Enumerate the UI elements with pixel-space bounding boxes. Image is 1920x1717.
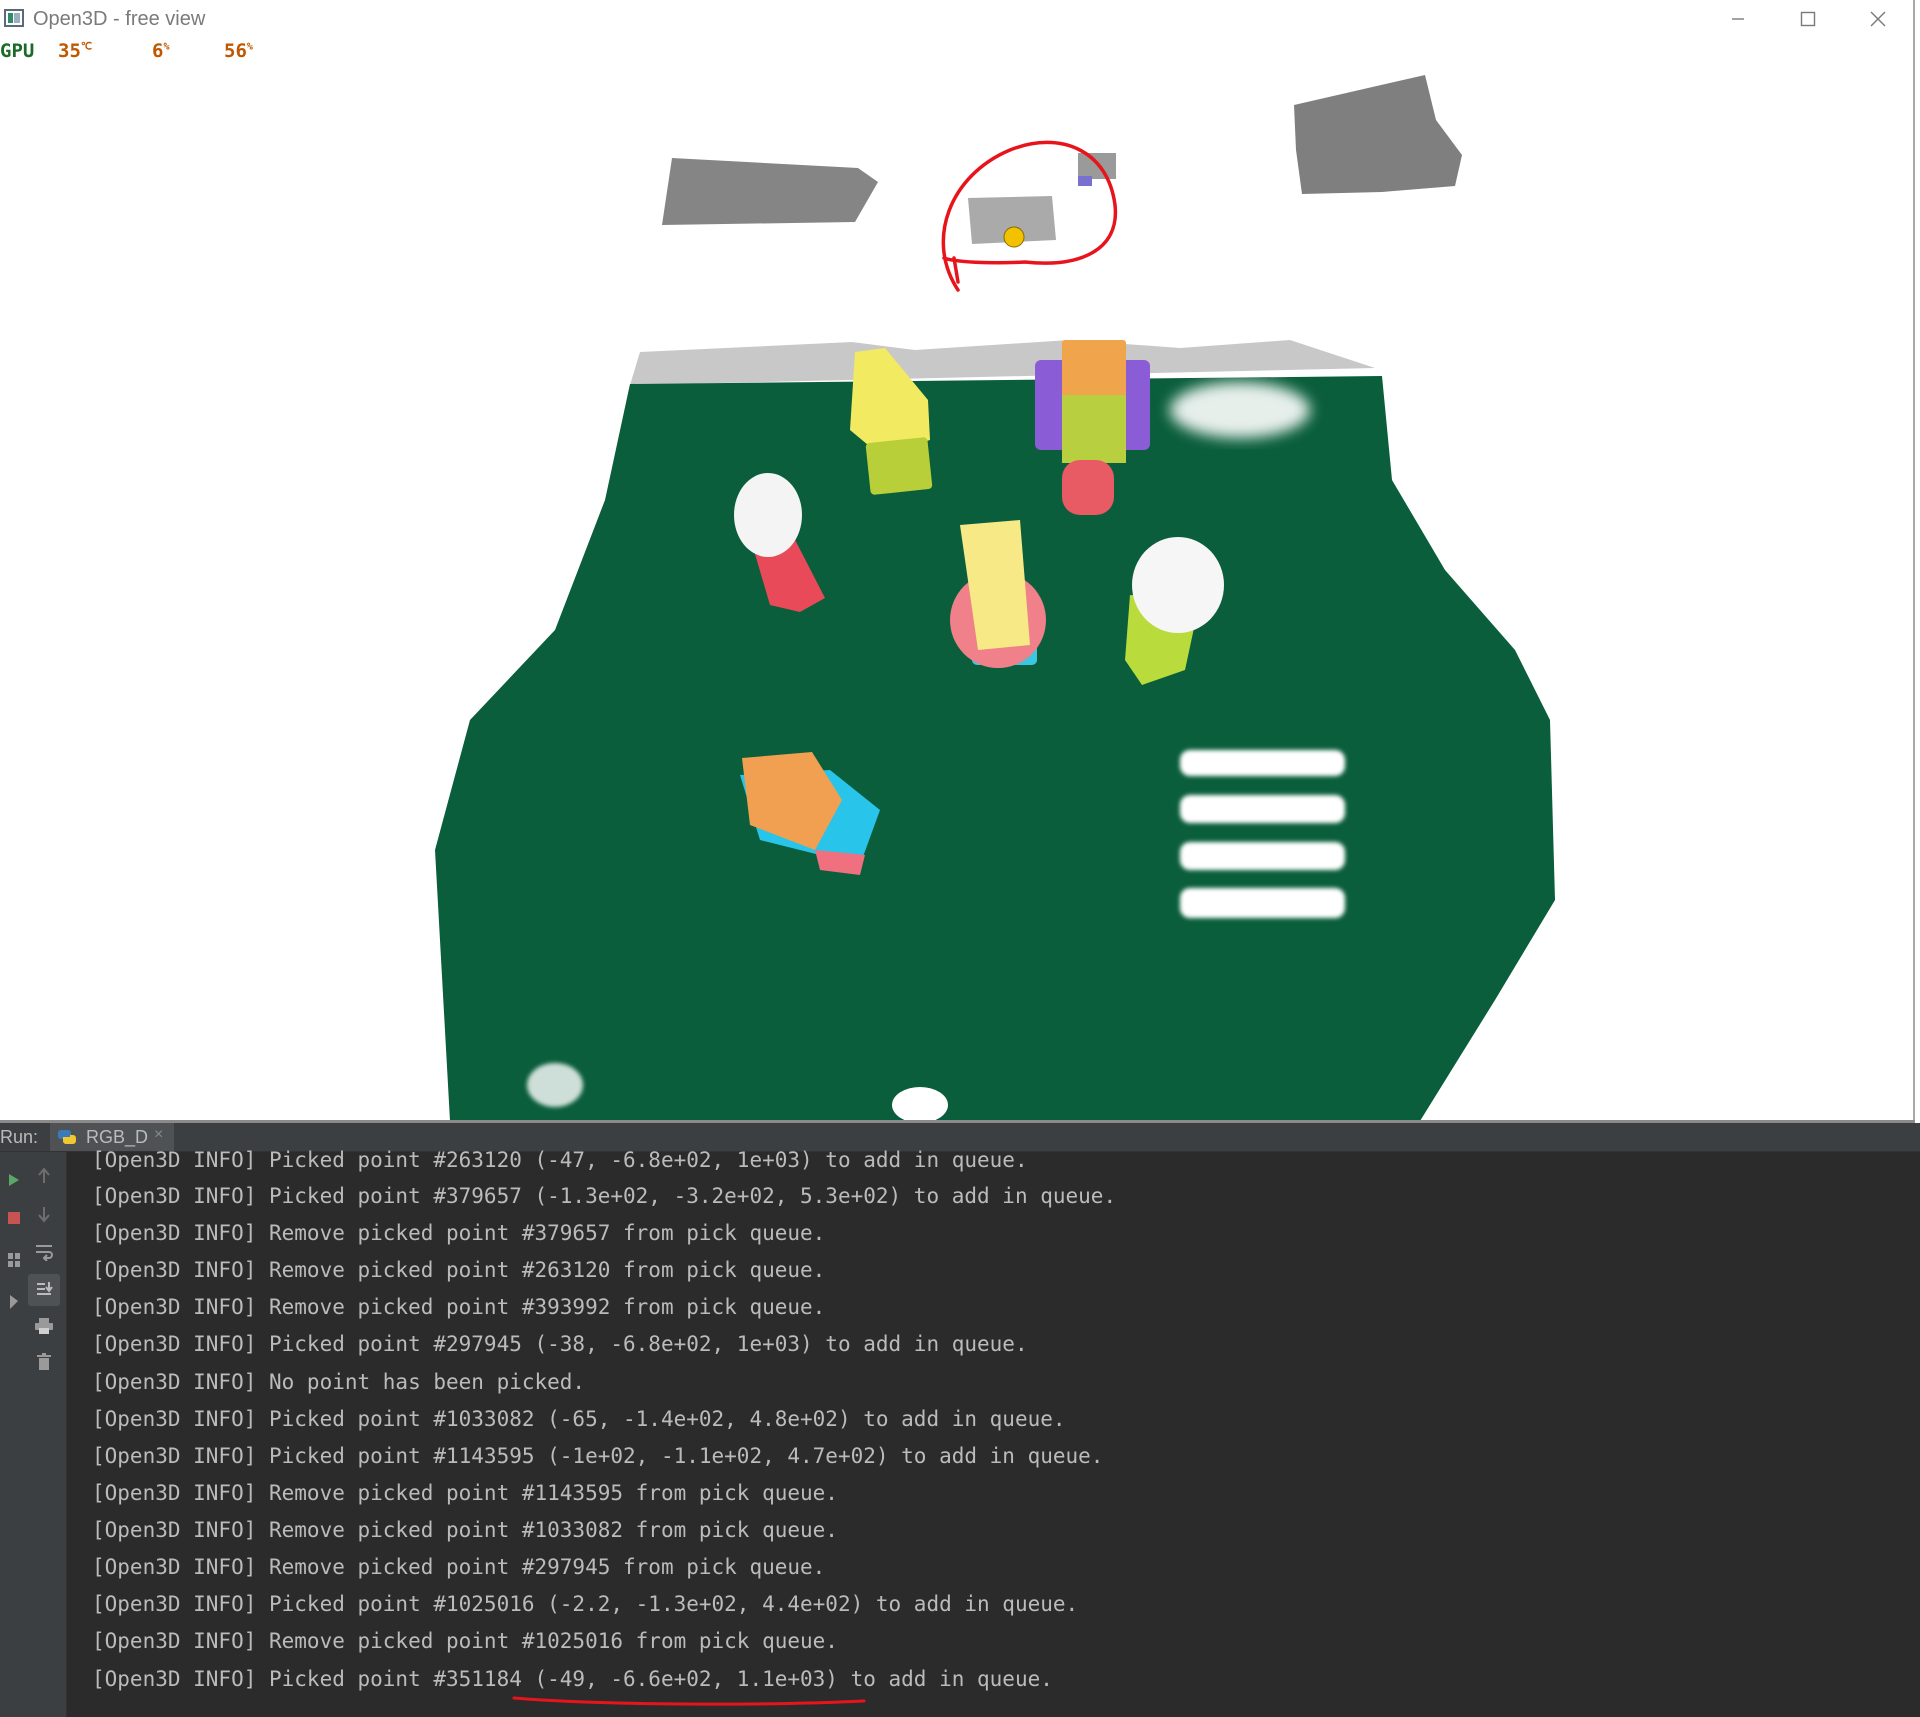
window-titlebar: Open3D - free view <box>0 0 1915 38</box>
glare-reflection <box>527 1063 583 1107</box>
orange-block-top <box>1062 340 1126 398</box>
glare-reflection <box>892 1087 948 1122</box>
white-cap <box>1132 537 1224 633</box>
wall-patch-center-purple <box>1078 176 1092 186</box>
minimize-icon <box>1732 18 1744 20</box>
wall-patch-center-gray <box>1078 153 1116 179</box>
window-title: Open3D - free view <box>33 8 206 30</box>
maximize-button[interactable] <box>1778 2 1838 36</box>
maximize-icon <box>1800 11 1816 27</box>
annotation-underline <box>512 1696 866 1706</box>
green-cube-block <box>865 437 933 495</box>
open3d-app-icon <box>4 9 24 27</box>
close-button[interactable] <box>1848 2 1908 36</box>
minimize-button[interactable] <box>1708 2 1768 36</box>
green-block <box>1062 395 1126 463</box>
white-cap <box>734 473 802 557</box>
glare-reflection-stripe <box>1180 842 1345 870</box>
red-cylinder <box>1062 460 1114 515</box>
glare-reflection-stripe <box>1180 795 1345 823</box>
point-cloud-viewport[interactable] <box>0 38 1915 1122</box>
table-surface <box>435 376 1555 1121</box>
annotation-underline-layer <box>512 1696 866 1706</box>
window-border <box>1913 0 1915 1124</box>
ide-run-panel: Run: RGB_D × [Open3D INFO] Picked point … <box>0 1123 1920 1717</box>
glare-reflection <box>1170 382 1310 438</box>
picked-point-marker <box>1003 226 1025 248</box>
glare-reflection-stripe <box>1180 750 1345 776</box>
wall-patch-right <box>1294 75 1462 194</box>
close-icon <box>1870 11 1886 27</box>
wall-patch-left <box>662 158 878 225</box>
glare-reflection-stripe <box>1180 888 1345 918</box>
